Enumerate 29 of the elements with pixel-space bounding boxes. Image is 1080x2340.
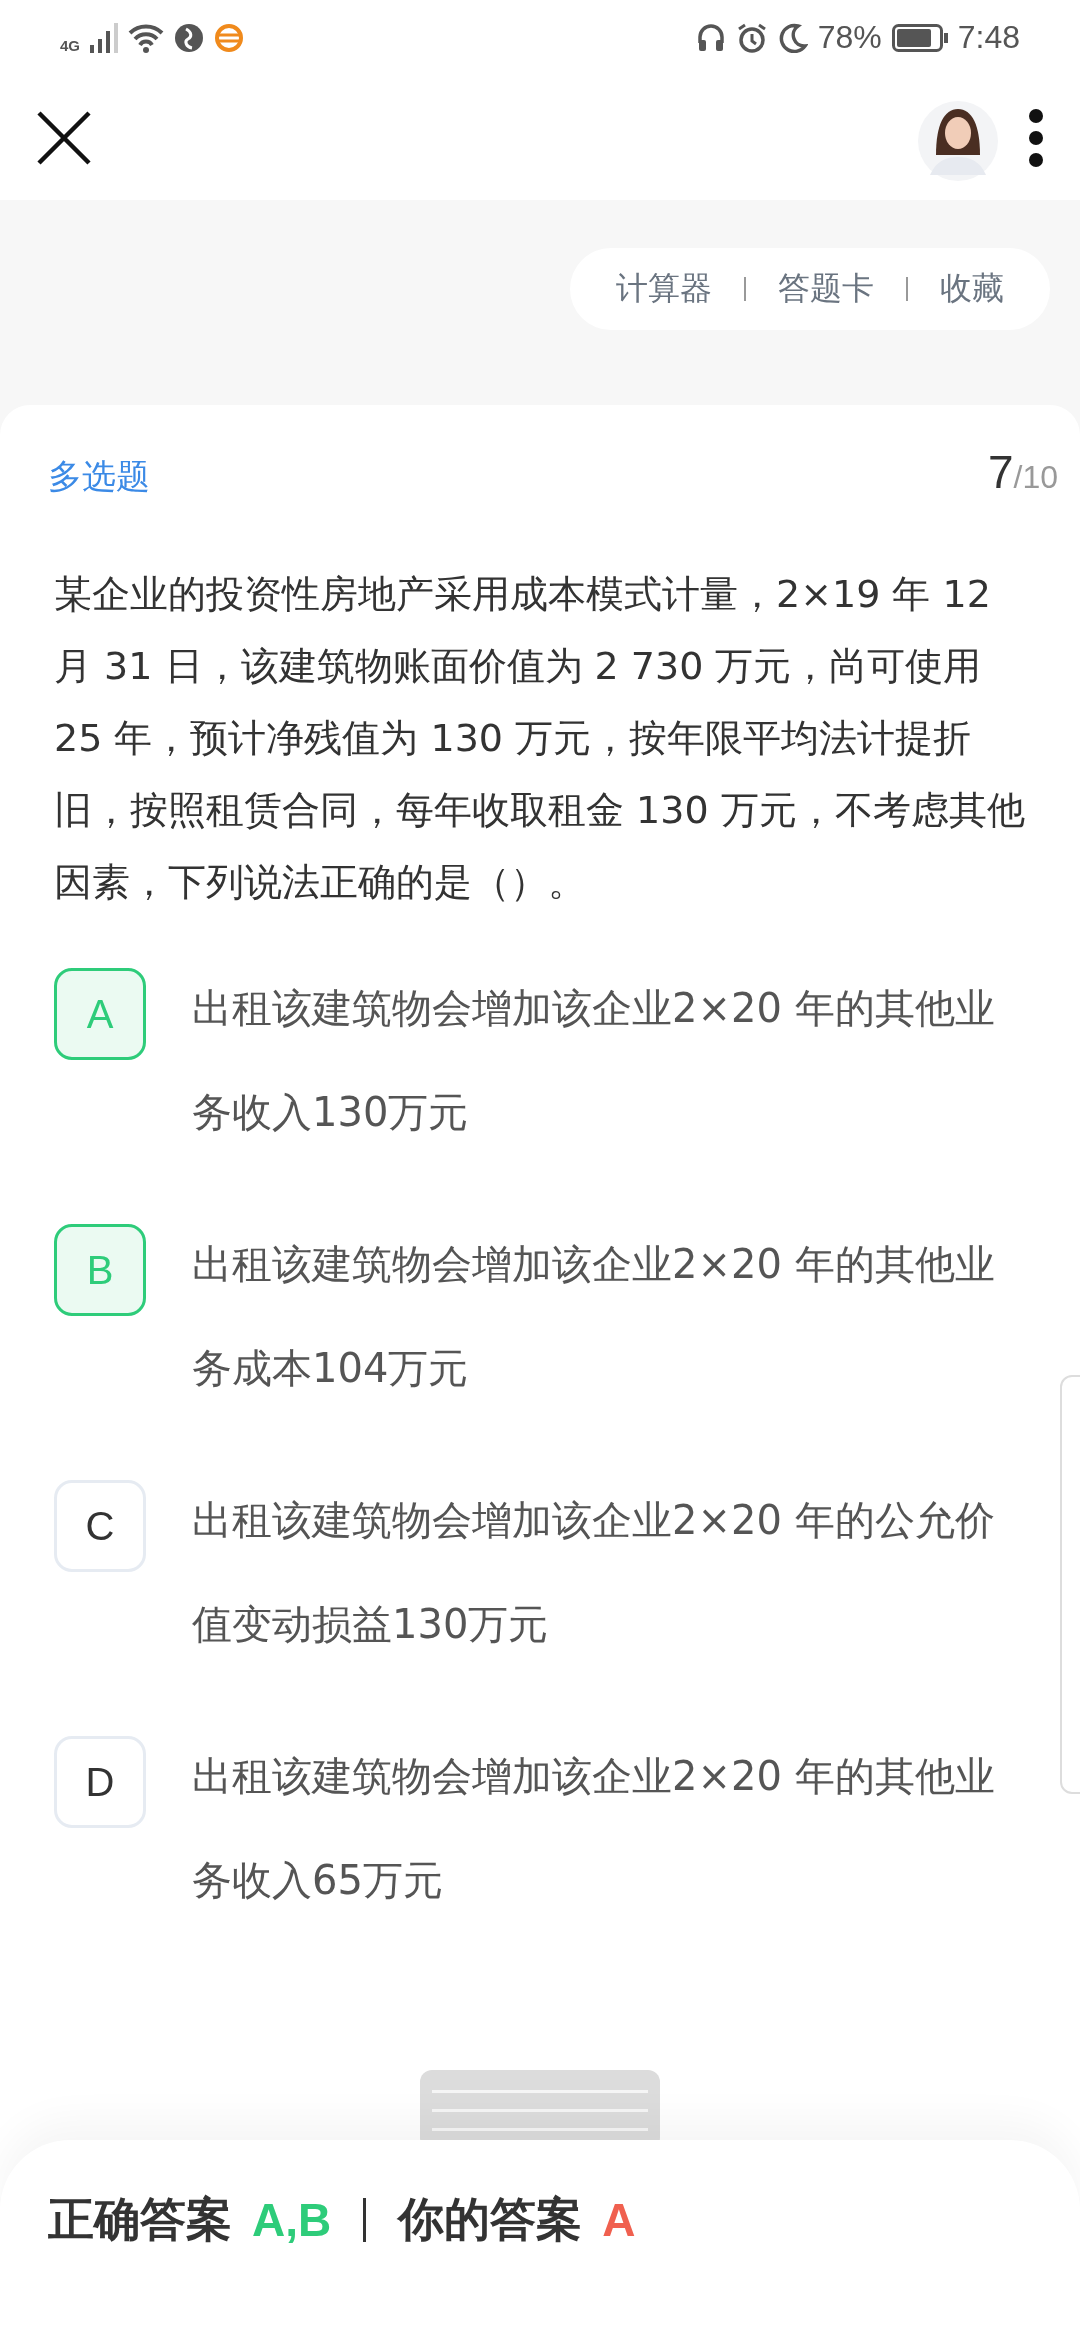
option-text[interactable]: 出租该建筑物会增加该企业2×20 年的其他业务收入130万元 bbox=[192, 956, 1008, 1164]
option-letter[interactable]: D bbox=[54, 1736, 146, 1828]
your-answer-label: 你的答案 bbox=[398, 2191, 583, 2248]
wifi-icon bbox=[128, 22, 164, 53]
signal-icon bbox=[90, 22, 118, 53]
correct-answer: A,B bbox=[252, 2193, 332, 2247]
tool-button[interactable]: 答题卡 bbox=[772, 267, 880, 311]
tool-button[interactable]: 收藏 bbox=[934, 267, 1010, 311]
app-icon bbox=[214, 22, 244, 53]
option-text[interactable]: 出租该建筑物会增加该企业2×20 年的公允价值变动损益130万元 bbox=[192, 1468, 1008, 1676]
tool-button[interactable]: 计算器 bbox=[610, 267, 718, 311]
more-icon[interactable] bbox=[1028, 107, 1044, 168]
question-total: /10 bbox=[1013, 459, 1058, 495]
your-answer: A bbox=[602, 2193, 636, 2247]
option-text[interactable]: 出租该建筑物会增加该企业2×20 年的其他业务收入65万元 bbox=[192, 1724, 1008, 1932]
question-type: 多选题 bbox=[48, 455, 150, 498]
battery-percent: 78% bbox=[817, 19, 882, 56]
moon-icon bbox=[777, 22, 808, 53]
option-text[interactable]: 出租该建筑物会增加该企业2×20 年的其他业务成本104万元 bbox=[192, 1212, 1008, 1420]
battery-icon bbox=[891, 23, 948, 52]
network-type: 4G bbox=[60, 37, 80, 54]
close-icon[interactable] bbox=[36, 109, 92, 166]
question-text: 某企业的投资性房地产采用成本模式计量，2×19 年 12 月 31 日，该建筑物账面价值为 2 730 万元，尚可使用 25 年，预计净残值为 130 万元，按年限平均法计提折旧，按照租赁合同，每年收取租金 130 万元，不考虑其他因素，下列说法正确的是（）。 bbox=[54, 571, 1026, 906]
option-letter[interactable]: C bbox=[54, 1480, 146, 1572]
headphones-icon bbox=[695, 22, 726, 53]
clock-time: 7:48 bbox=[957, 19, 1020, 56]
globe-icon bbox=[174, 22, 204, 53]
correct-answer-label: 正确答案 bbox=[48, 2191, 232, 2248]
question-number: 7 bbox=[987, 446, 1014, 498]
